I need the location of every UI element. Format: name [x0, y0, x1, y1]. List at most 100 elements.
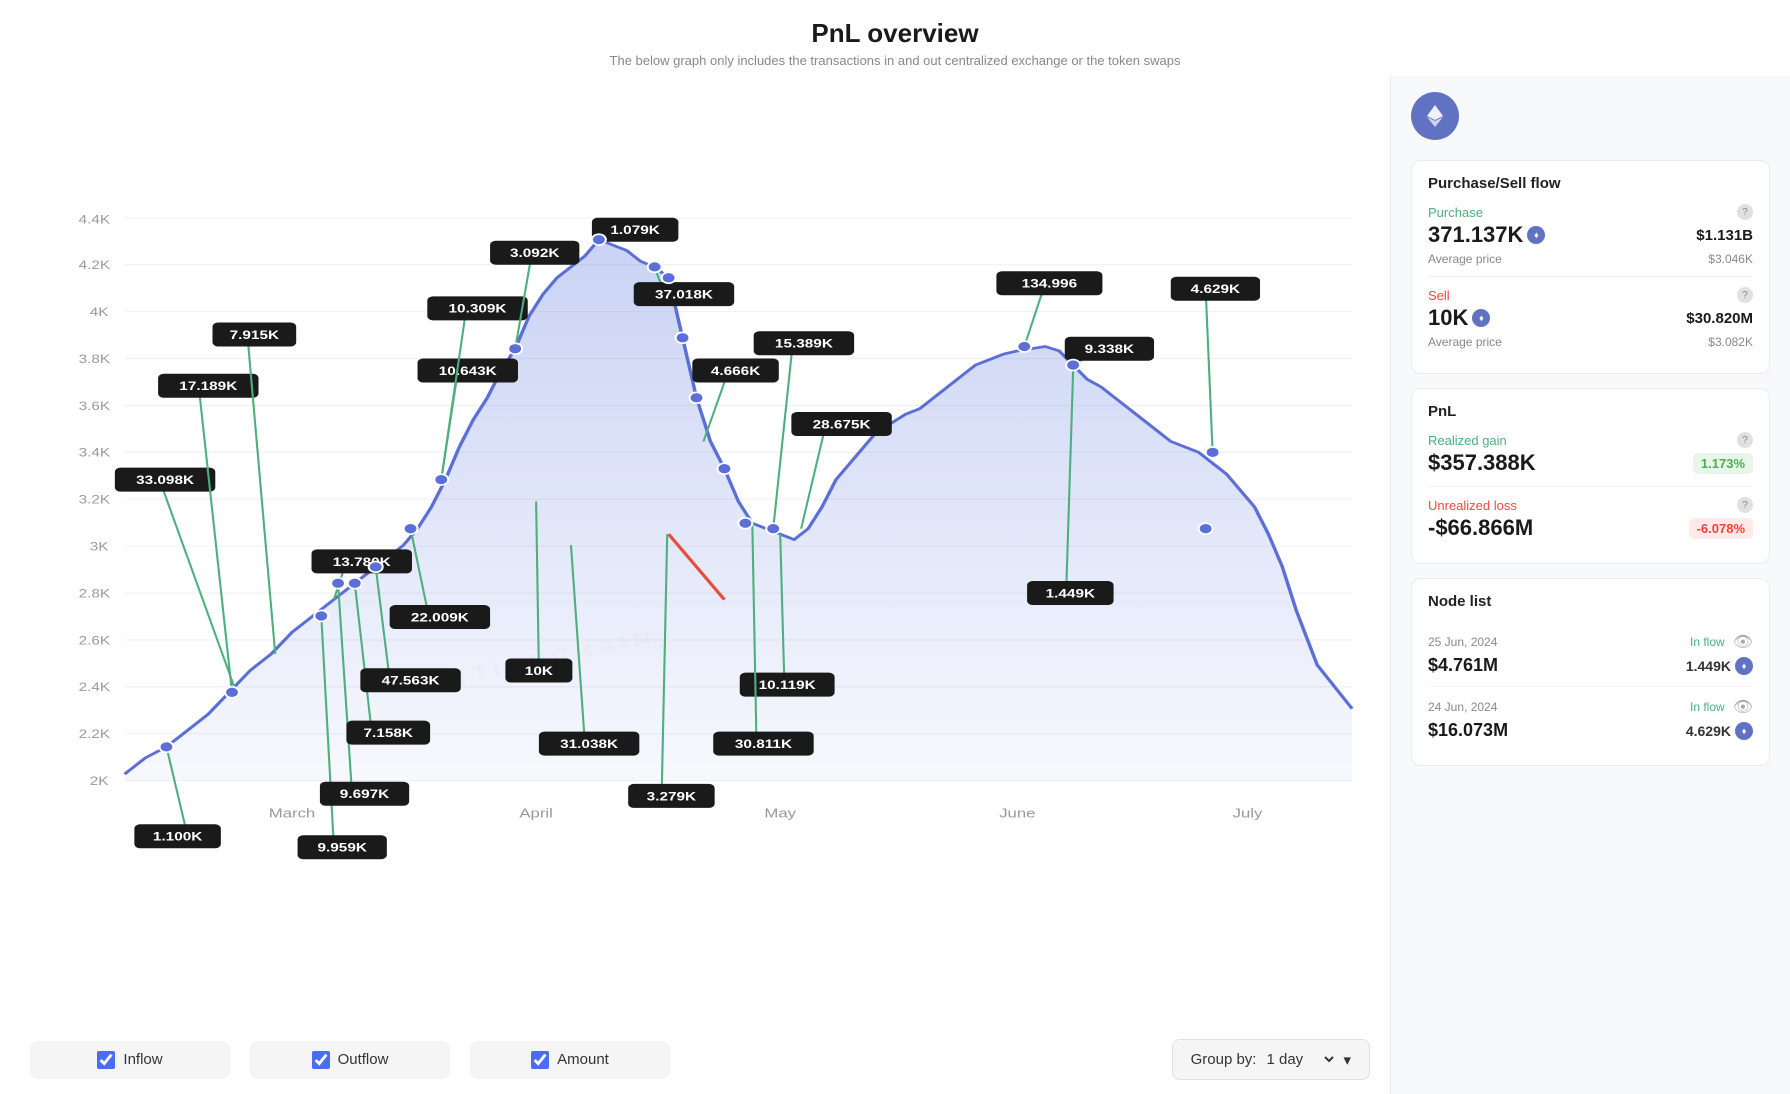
y-label-4k: 4K: [90, 306, 110, 319]
label-4629k: 4.629K: [1191, 283, 1241, 296]
chart-dot: [676, 332, 690, 343]
node-2-header: 24 Jun, 2024 In flow 👁: [1428, 697, 1753, 717]
node-2-eth-badge: ♦: [1735, 722, 1753, 740]
purchase-help-icon[interactable]: ?: [1737, 204, 1753, 220]
realized-gain-row: Realized gain ? $357.388K 1.173%: [1428, 432, 1753, 476]
purchase-usd: $1.131B: [1696, 227, 1753, 244]
label-4666k: 4.666K: [711, 364, 761, 377]
group-by-label: Group by:: [1191, 1051, 1257, 1068]
node-list-section: Node list 25 Jun, 2024 In flow 👁 $4.761M…: [1411, 578, 1770, 766]
y-label-4-2k: 4.2K: [79, 259, 111, 272]
sell-help-icon[interactable]: ?: [1737, 287, 1753, 303]
chart-dot: [434, 474, 448, 485]
label-3279k: 3.279K: [647, 790, 697, 803]
group-by-select[interactable]: 1 day 1 week 1 month: [1262, 1050, 1337, 1069]
chevron-down-icon: ▾: [1343, 1051, 1351, 1069]
node-1-usd: $4.761M: [1428, 655, 1498, 676]
chart-dot: [348, 578, 362, 589]
purchase-eth-badge: ♦: [1527, 226, 1545, 244]
label-3092k: 3.092K: [510, 247, 560, 260]
node-1-hide-icon[interactable]: 👁: [1733, 632, 1753, 652]
purchase-avg: Average price $3.046K: [1428, 252, 1753, 266]
purchase-main: 371.137K ♦ $1.131B: [1428, 222, 1753, 248]
section-divider: [1428, 276, 1753, 277]
purchase-sell-section: Purchase/Sell flow Purchase ? 371.137K ♦…: [1411, 160, 1770, 374]
sell-usd: $30.820M: [1686, 310, 1753, 327]
node-item-1: 25 Jun, 2024 In flow 👁 $4.761M 1.449K ♦: [1428, 622, 1753, 687]
amount-checkbox-input[interactable]: [531, 1051, 549, 1069]
chart-dot: [1017, 341, 1031, 352]
x-label-july: July: [1233, 806, 1263, 821]
chart-dot: [766, 523, 780, 534]
node-2-hide-icon[interactable]: 👁: [1733, 697, 1753, 717]
sell-label-row: Sell ?: [1428, 287, 1753, 303]
label-9338k: 9.338K: [1085, 343, 1135, 356]
node-2-values: $16.073M 4.629K ♦: [1428, 720, 1753, 741]
sell-row: Sell ? 10K ♦ $30.820M Average price $3.0…: [1428, 287, 1753, 349]
pnl-title: PnL: [1428, 403, 1753, 420]
chart-dot: [508, 343, 522, 354]
realized-gain-badge: 1.173%: [1693, 453, 1753, 474]
y-label-2k: 2K: [90, 775, 110, 788]
label-28675k: 28.675K: [813, 418, 871, 431]
realized-gain-main: $357.388K 1.173%: [1428, 450, 1753, 476]
chart-dot: [717, 463, 731, 474]
realized-gain-label: Realized gain: [1428, 433, 1507, 448]
realized-gain-help-icon[interactable]: ?: [1737, 432, 1753, 448]
label-9697k: 9.697K: [340, 788, 390, 801]
purchase-label-row: Purchase ?: [1428, 204, 1753, 220]
label-10119k: 10.119K: [759, 679, 816, 692]
label-15389k: 15.389K: [775, 337, 833, 350]
chart-dot: [1199, 523, 1213, 534]
label-10643k: 10.643K: [439, 364, 497, 377]
sell-avg: Average price $3.082K: [1428, 335, 1753, 349]
amount-checkbox[interactable]: Amount: [470, 1041, 670, 1079]
node-list-title: Node list: [1428, 593, 1753, 610]
label-33098k: 33.098K: [136, 474, 194, 487]
chart-dot: [314, 610, 328, 621]
chart-section: 4.4K 4.2K 4K 3.8K 3.6K 3.4K 3.2K 3K 2.8K…: [0, 76, 1390, 1094]
sell-eth-badge: ♦: [1472, 309, 1490, 327]
sell-main: 10K ♦ $30.820M: [1428, 305, 1753, 331]
label-22009k: 22.009K: [411, 611, 469, 624]
inflow-checkbox-input[interactable]: [97, 1051, 115, 1069]
y-label-2-4k: 2.4K: [79, 681, 111, 694]
realized-gain-label-row: Realized gain ?: [1428, 432, 1753, 448]
label-17189k: 17.189K: [179, 380, 237, 393]
purchase-sell-title: Purchase/Sell flow: [1428, 175, 1753, 192]
inflow-checkbox[interactable]: Inflow: [30, 1041, 230, 1079]
node-1-date: 25 Jun, 2024: [1428, 635, 1497, 649]
y-label-2-2k: 2.2K: [79, 728, 111, 741]
page-subtitle: The below graph only includes the transa…: [0, 53, 1790, 68]
unrealized-loss-help-icon[interactable]: ?: [1737, 497, 1753, 513]
label-1100k: 1.100K: [153, 830, 203, 843]
chart-dot: [1206, 447, 1220, 458]
node-1-eth-badge: ♦: [1735, 657, 1753, 675]
chart-dot: [690, 392, 704, 403]
pnl-section: PnL Realized gain ? $357.388K 1.173%: [1411, 388, 1770, 564]
label-37018k: 37.018K: [655, 288, 713, 301]
y-label-3-6k: 3.6K: [79, 399, 111, 412]
pnl-divider: [1428, 486, 1753, 487]
sell-label: Sell: [1428, 288, 1450, 303]
y-label-2-8k: 2.8K: [79, 587, 111, 600]
group-by-selector[interactable]: Group by: 1 day 1 week 1 month ▾: [1172, 1039, 1370, 1080]
chart-wrapper: 4.4K 4.2K 4K 3.8K 3.6K 3.4K 3.2K 3K 2.8K…: [20, 76, 1380, 1025]
y-label-3k: 3K: [90, 540, 110, 553]
outflow-checkbox-input[interactable]: [312, 1051, 330, 1069]
node-2-token: 4.629K ♦: [1686, 722, 1753, 740]
inflow-label: Inflow: [123, 1051, 162, 1068]
amount-label: Amount: [557, 1051, 609, 1068]
chart-dot: [738, 518, 752, 529]
sell-amount: 10K ♦: [1428, 305, 1490, 331]
node-2-usd: $16.073M: [1428, 720, 1508, 741]
x-label-april: April: [519, 806, 552, 821]
realized-gain-value: $357.388K: [1428, 450, 1536, 476]
chart-dot: [225, 687, 239, 698]
node-1-token: 1.449K ♦: [1686, 657, 1753, 675]
node-2-date: 24 Jun, 2024: [1428, 700, 1497, 714]
outflow-checkbox[interactable]: Outflow: [250, 1041, 450, 1079]
purchase-label: Purchase: [1428, 205, 1483, 220]
chart-svg: 4.4K 4.2K 4K 3.8K 3.6K 3.4K 3.2K 3K 2.8K…: [20, 76, 1380, 1025]
chart-dot: [159, 741, 173, 752]
